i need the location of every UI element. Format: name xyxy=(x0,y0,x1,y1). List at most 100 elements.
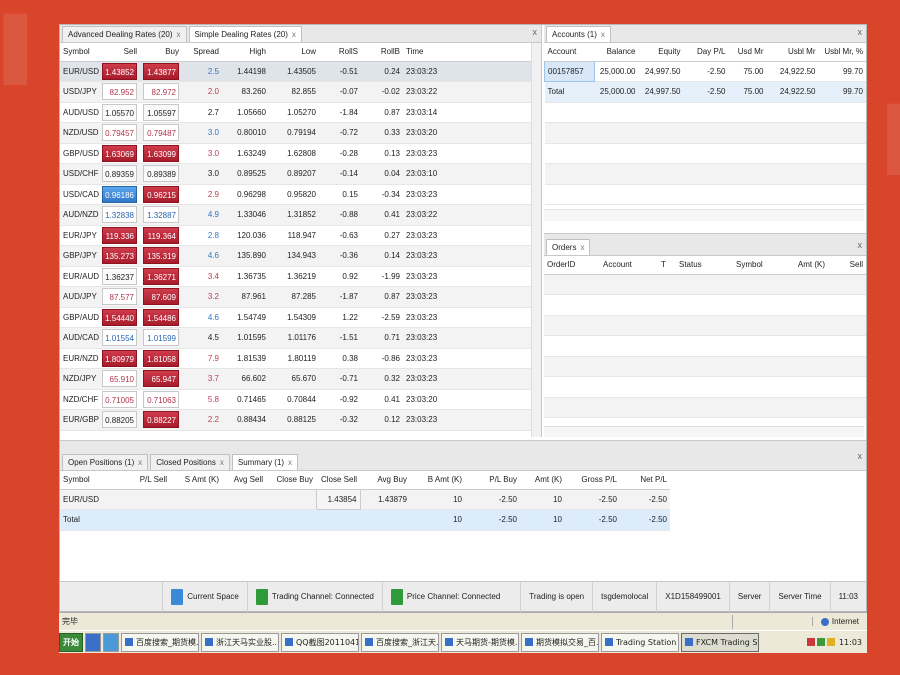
tab-simple-dealing-rates[interactable]: Simple Dealing Rates (20) x xyxy=(188,26,302,42)
rate-row[interactable]: GBP/AUD 1.54440 1.54486 4.6 1.54749 1.54309 1.… xyxy=(60,307,541,328)
taskbar-item[interactable]: Trading Station ... xyxy=(601,632,679,652)
tab-advanced-dealing-rates[interactable]: Advanced Dealing Rates (20) x xyxy=(62,26,187,42)
column-header[interactable]: Amt (K) xyxy=(783,256,828,275)
buy-price[interactable]: 0.88227 xyxy=(143,411,179,429)
rate-row[interactable]: GBP/JPY 135.273 135.319 4.6 135.890 134.943 -0… xyxy=(60,245,541,267)
buy-cell[interactable]: 1.43877 xyxy=(140,61,182,82)
taskbar-item[interactable]: 浙江天马实业股... xyxy=(201,632,279,652)
tab-open-positions[interactable]: Open Positions (1) x xyxy=(62,454,149,470)
taskbar-item[interactable]: QQ截图201104181... xyxy=(281,632,359,652)
column-header[interactable]: Amt (K) xyxy=(520,471,565,490)
buy-price[interactable]: 1.32887 xyxy=(143,206,179,224)
column-header[interactable]: Symbol xyxy=(733,256,783,275)
tab-closed-positions[interactable]: Closed Positions x xyxy=(150,454,230,470)
buy-price[interactable]: 1.05597 xyxy=(143,103,179,121)
sell-price[interactable]: 0.71005 xyxy=(102,390,137,408)
column-header[interactable]: Usd Mr xyxy=(728,43,767,62)
buy-price[interactable]: 65.947 xyxy=(143,370,179,388)
panel-close-icon[interactable]: x xyxy=(858,27,863,37)
summary-closesell-cell[interactable]: 1.43854 xyxy=(315,488,361,510)
sell-cell[interactable]: 135.273 xyxy=(99,245,140,267)
column-header[interactable]: OrderID xyxy=(544,256,600,275)
buy-price[interactable]: 1.01599 xyxy=(143,329,179,347)
column-header[interactable]: Net P/L xyxy=(620,471,670,490)
sell-cell[interactable]: 1.36237 xyxy=(99,266,140,287)
rate-row[interactable]: NZD/USD 0.79457 0.79487 3.0 0.80010 0.79194 -0… xyxy=(60,122,541,144)
buy-price[interactable]: 1.43877 xyxy=(143,62,179,80)
rate-row[interactable]: AUD/NZD 1.32838 1.32887 4.9 1.33046 1.31852 -0… xyxy=(60,204,541,226)
current-space-indicator[interactable]: Current Space xyxy=(162,581,247,612)
buy-cell[interactable]: 65.947 xyxy=(140,368,182,390)
buy-price[interactable]: 0.96215 xyxy=(143,185,179,203)
tray-icon[interactable] xyxy=(806,638,815,646)
buy-cell[interactable]: 87.609 xyxy=(140,286,182,308)
column-header[interactable]: Status xyxy=(676,256,733,275)
dealing-scrollbar[interactable] xyxy=(531,43,541,437)
buy-cell[interactable]: 135.319 xyxy=(140,245,182,267)
panel-close-icon[interactable]: x xyxy=(858,451,863,461)
rate-row[interactable]: EUR/GBP 0.88205 0.88227 2.2 0.88434 0.88125 -0… xyxy=(60,409,541,431)
sell-cell[interactable]: 1.01554 xyxy=(99,327,140,349)
sell-price[interactable]: 1.80979 xyxy=(102,349,137,367)
buy-cell[interactable]: 0.96215 xyxy=(140,184,182,205)
sell-cell[interactable]: 1.54440 xyxy=(99,307,140,328)
buy-cell[interactable]: 1.63099 xyxy=(140,143,182,164)
column-header[interactable]: P/L Buy xyxy=(465,471,520,490)
rate-row[interactable]: AUD/USD 1.05570 1.05597 2.7 1.05660 1.05270 -1… xyxy=(60,102,541,123)
sell-price[interactable]: 1.36237 xyxy=(102,267,137,285)
rate-row[interactable]: EUR/NZD 1.80979 1.81058 7.9 1.81539 1.80119 0.… xyxy=(60,348,541,369)
buy-cell[interactable]: 1.32887 xyxy=(140,204,182,226)
sell-cell[interactable]: 1.32838 xyxy=(99,204,140,226)
buy-cell[interactable]: 0.89389 xyxy=(140,163,182,185)
rate-row[interactable]: NZD/JPY 65.910 65.947 3.7 66.602 65.670 -0.71 0… xyxy=(60,368,541,390)
column-header[interactable]: Account xyxy=(600,256,658,275)
rate-row[interactable]: USD/CAD 0.96186 0.96215 2.9 0.96298 0.95820 0.… xyxy=(60,184,541,205)
buy-cell[interactable]: 0.71063 xyxy=(140,389,182,410)
taskbar-item[interactable]: 百度搜索_期货模... xyxy=(121,632,199,652)
buy-cell[interactable]: 1.05597 xyxy=(140,102,182,123)
sell-price[interactable]: 0.88205 xyxy=(102,411,137,429)
column-header[interactable]: Usbl Mr, % xyxy=(818,43,866,62)
column-header[interactable]: Close Buy xyxy=(266,471,316,490)
sell-price[interactable]: 1.43852 xyxy=(102,62,137,80)
panel-close-icon[interactable]: x xyxy=(533,27,538,37)
sell-price[interactable]: 1.05570 xyxy=(102,103,137,121)
rate-row[interactable]: AUD/CAD 1.01554 1.01599 4.5 1.01595 1.01176 -1… xyxy=(60,327,541,349)
rate-row[interactable]: EUR/JPY 119.336 119.364 2.8 120.036 118.947 -0… xyxy=(60,225,541,246)
summary-row[interactable]: Total 10 -2.50 10 -2.50 -2.50 xyxy=(60,509,670,531)
rate-row[interactable]: GBP/USD 1.63069 1.63099 3.0 1.63249 1.62808 -0… xyxy=(60,143,541,164)
sell-cell[interactable]: 0.79457 xyxy=(99,122,140,144)
account-row[interactable]: Total 25,000.00 24,997.50 -2.50 75.00 24,922.… xyxy=(544,81,866,103)
buy-price[interactable]: 0.71063 xyxy=(143,390,179,408)
close-icon[interactable]: x xyxy=(292,30,296,39)
column-header[interactable]: Low xyxy=(269,43,319,62)
sell-cell[interactable]: 87.577 xyxy=(99,286,140,308)
sell-cell[interactable]: 0.96186 xyxy=(99,184,140,205)
buy-price[interactable]: 1.63099 xyxy=(143,144,179,162)
account-cell[interactable]: Total xyxy=(544,81,595,103)
buy-price[interactable]: 0.89389 xyxy=(143,165,179,183)
sell-cell[interactable]: 119.336 xyxy=(99,225,140,246)
rate-row[interactable]: AUD/JPY 87.577 87.609 3.2 87.961 87.285 -1.87 0… xyxy=(60,286,541,308)
column-header[interactable]: Symbol xyxy=(60,471,105,490)
buy-cell[interactable]: 119.364 xyxy=(140,225,182,246)
buy-cell[interactable]: 1.81058 xyxy=(140,348,182,369)
sell-price[interactable]: 87.577 xyxy=(102,288,137,306)
column-header[interactable]: Usbl Mr xyxy=(766,43,819,62)
column-header[interactable]: P/L Sell xyxy=(105,471,170,490)
sell-cell[interactable]: 65.910 xyxy=(99,368,140,390)
quicklaunch-ie-icon[interactable] xyxy=(85,632,101,652)
buy-price[interactable]: 87.609 xyxy=(143,288,179,306)
buy-price[interactable]: 119.364 xyxy=(143,226,179,244)
sell-cell[interactable]: 1.63069 xyxy=(99,143,140,164)
panel-close-icon[interactable]: x xyxy=(858,240,863,250)
column-header[interactable]: Sell xyxy=(99,43,140,62)
taskbar-item[interactable]: 百度搜索_浙江天... xyxy=(361,632,439,652)
sell-cell[interactable]: 0.71005 xyxy=(99,389,140,410)
accounts-h-scrollbar[interactable] xyxy=(544,209,864,221)
column-header[interactable]: RollB xyxy=(361,43,403,62)
sell-price[interactable]: 119.336 xyxy=(102,226,137,244)
buy-price[interactable]: 0.79487 xyxy=(143,124,179,142)
close-icon[interactable]: x xyxy=(177,30,181,39)
tab-summary[interactable]: Summary (1) x xyxy=(231,454,299,470)
